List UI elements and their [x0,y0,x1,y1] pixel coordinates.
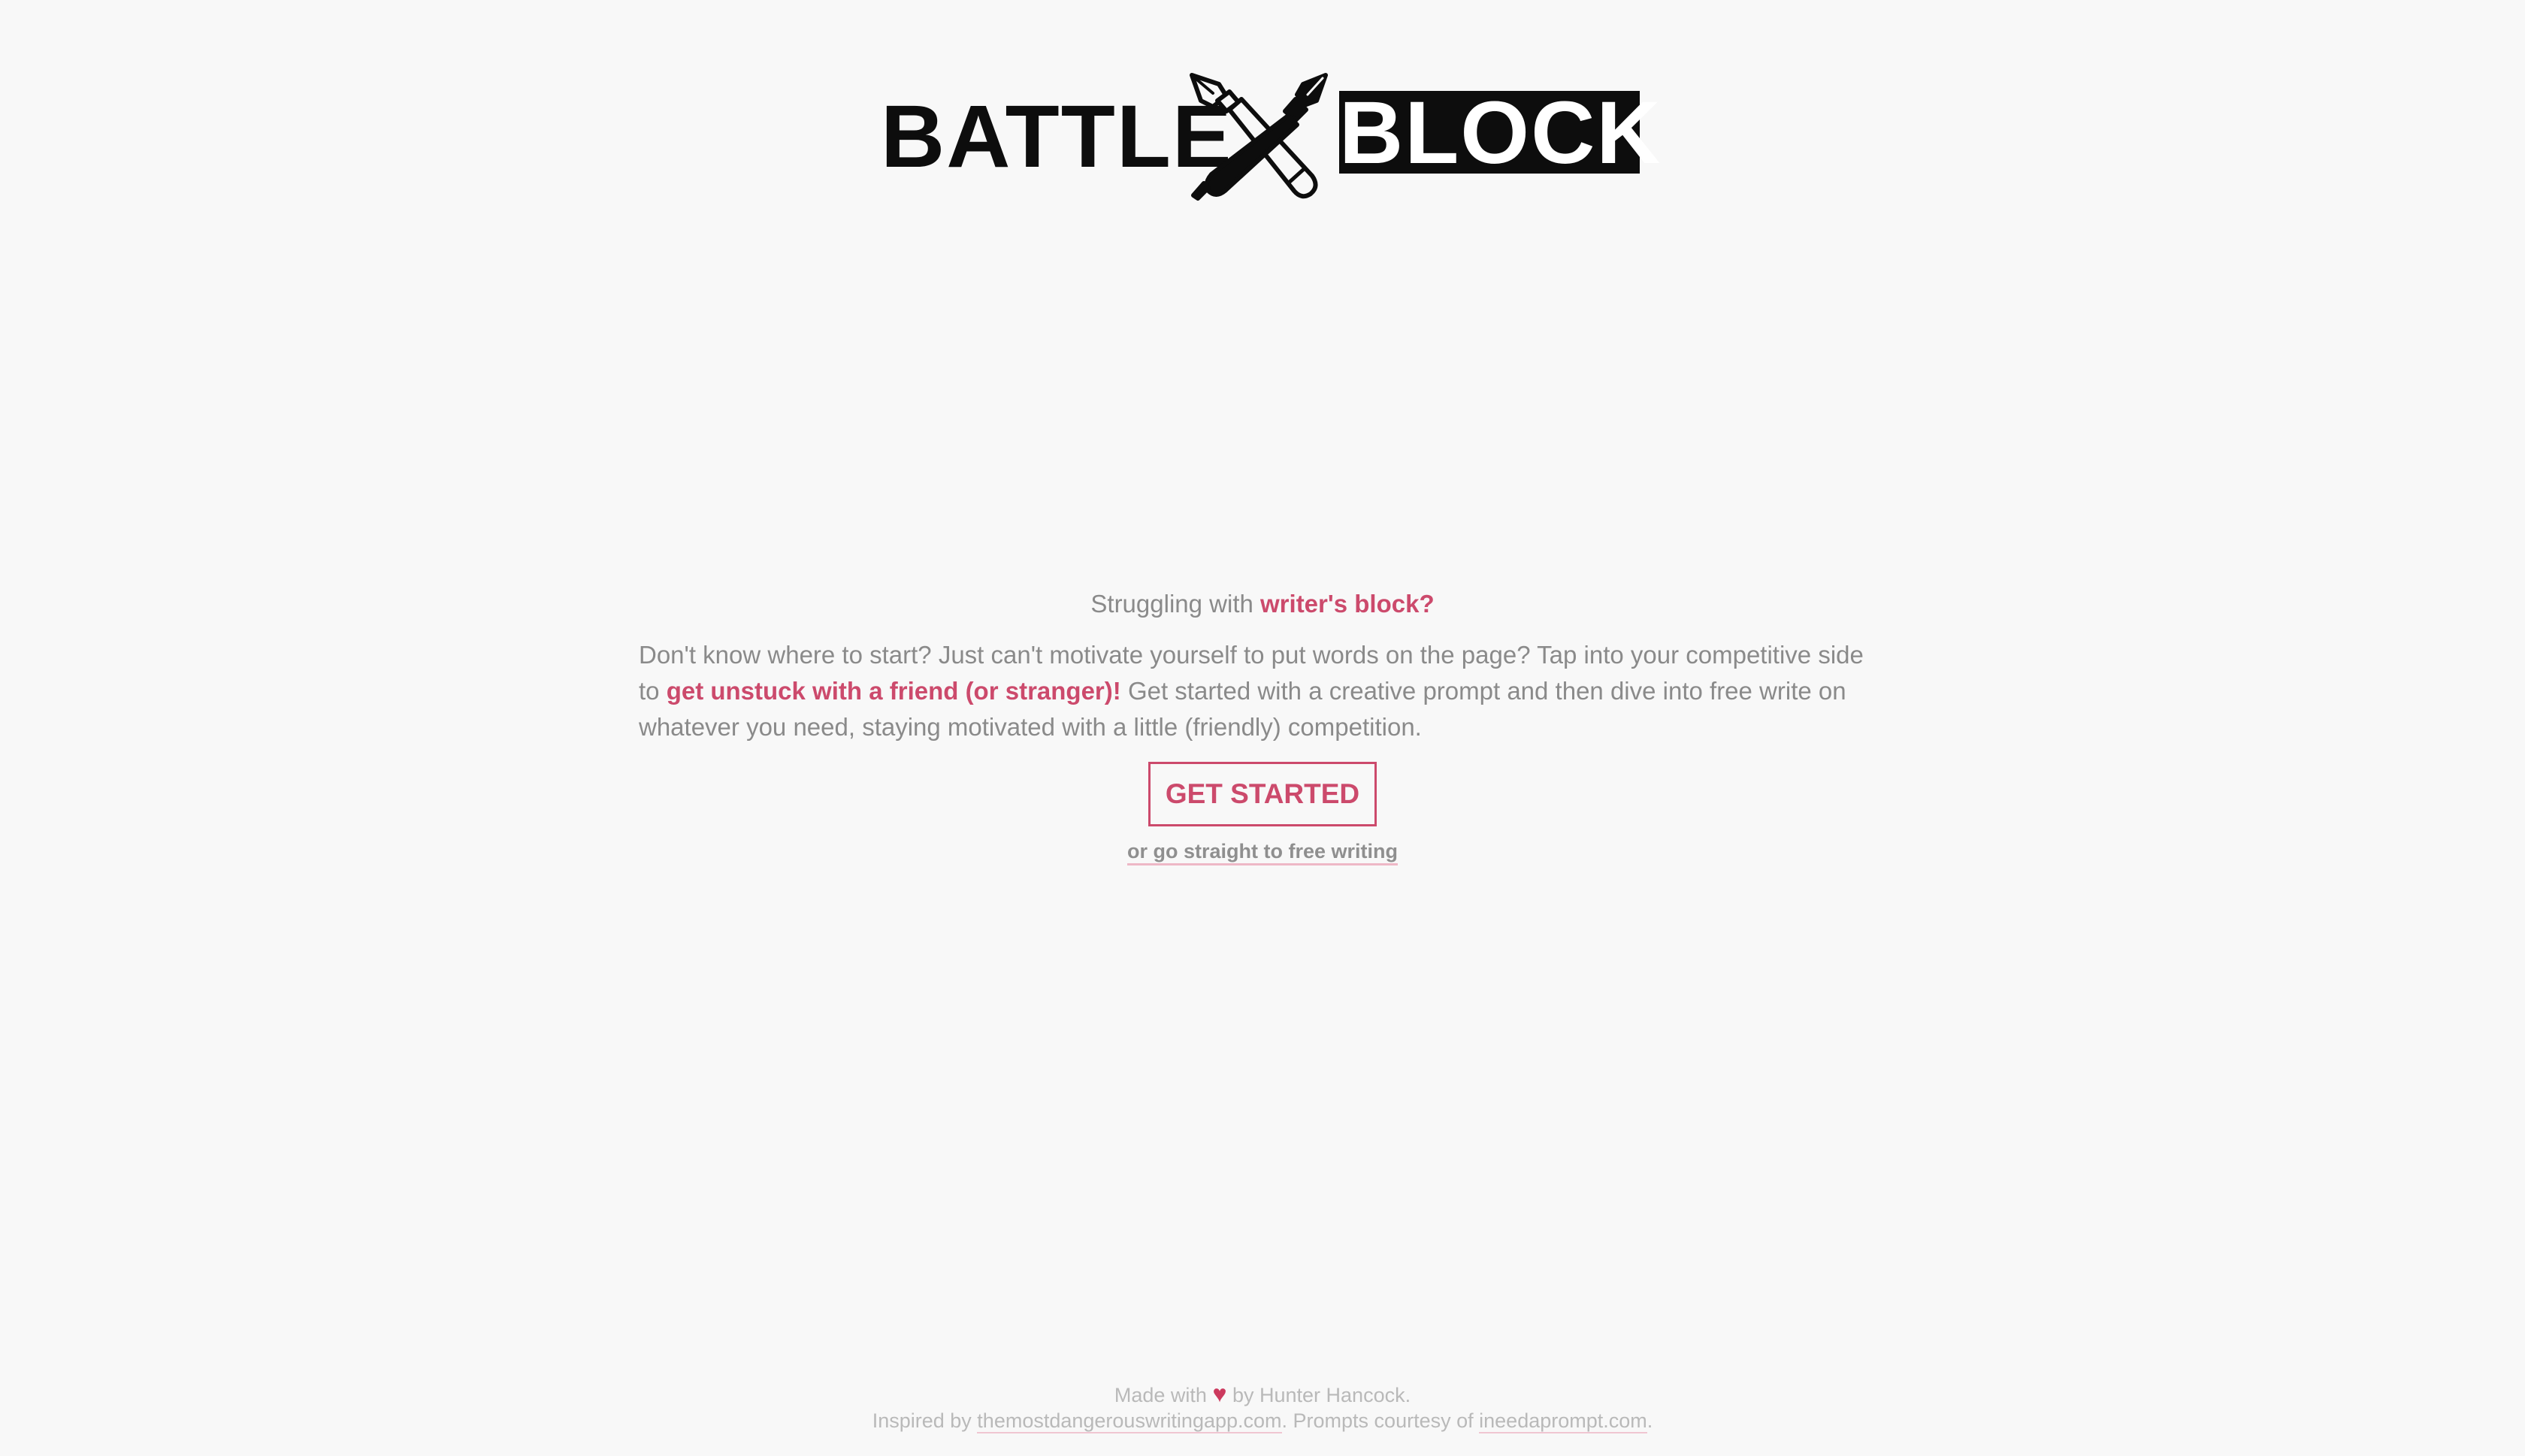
site-logo: BATTLE BLOCK [0,71,2525,206]
intro-section: Struggling with writer's block? Don't kn… [639,586,1886,865]
footer-prompts-text: . Prompts courtesy of [1281,1409,1474,1432]
logo-block-word: BLOCK [1339,83,1662,183]
footer-end-period: . [1647,1409,1653,1432]
logo-block-badge: BLOCK [1339,88,1661,178]
footer-made-suffix: by Hunter Hancock. [1232,1384,1411,1406]
intro-description: Don't know where to start? Just can't mo… [639,637,1871,745]
get-started-button[interactable]: GET STARTED [1148,762,1377,826]
heart-icon: ♥ [1212,1380,1227,1407]
cta-container: GET STARTED [639,762,1886,826]
free-writing-link[interactable]: or go straight to free writing [1126,840,1398,865]
inspired-link[interactable]: themostdangerouswritingapp.com [977,1409,1282,1433]
headline-prefix: Struggling with [1090,590,1253,618]
footer: Made with ♥ by Hunter Hancock. Inspired … [0,1381,2525,1433]
footer-made-prefix: Made with [1114,1384,1207,1406]
free-writing-container: or go straight to free writing [639,840,1886,865]
footer-inspired-line: Inspired by themostdangerouswritingapp.c… [0,1408,2525,1433]
footer-credit-line: Made with ♥ by Hunter Hancock. [0,1381,2525,1408]
desc-accent: get unstuck with a friend (or stranger)! [666,677,1121,705]
prompts-link[interactable]: ineedaprompt.com [1479,1409,1647,1433]
footer-inspired-prefix: Inspired by [872,1409,972,1432]
intro-headline: Struggling with writer's block? [639,586,1886,622]
crossed-pens-icon [1190,73,1328,201]
logo-battle-word: BATTLE [881,87,1233,186]
headline-accent: writer's block? [1260,590,1435,618]
